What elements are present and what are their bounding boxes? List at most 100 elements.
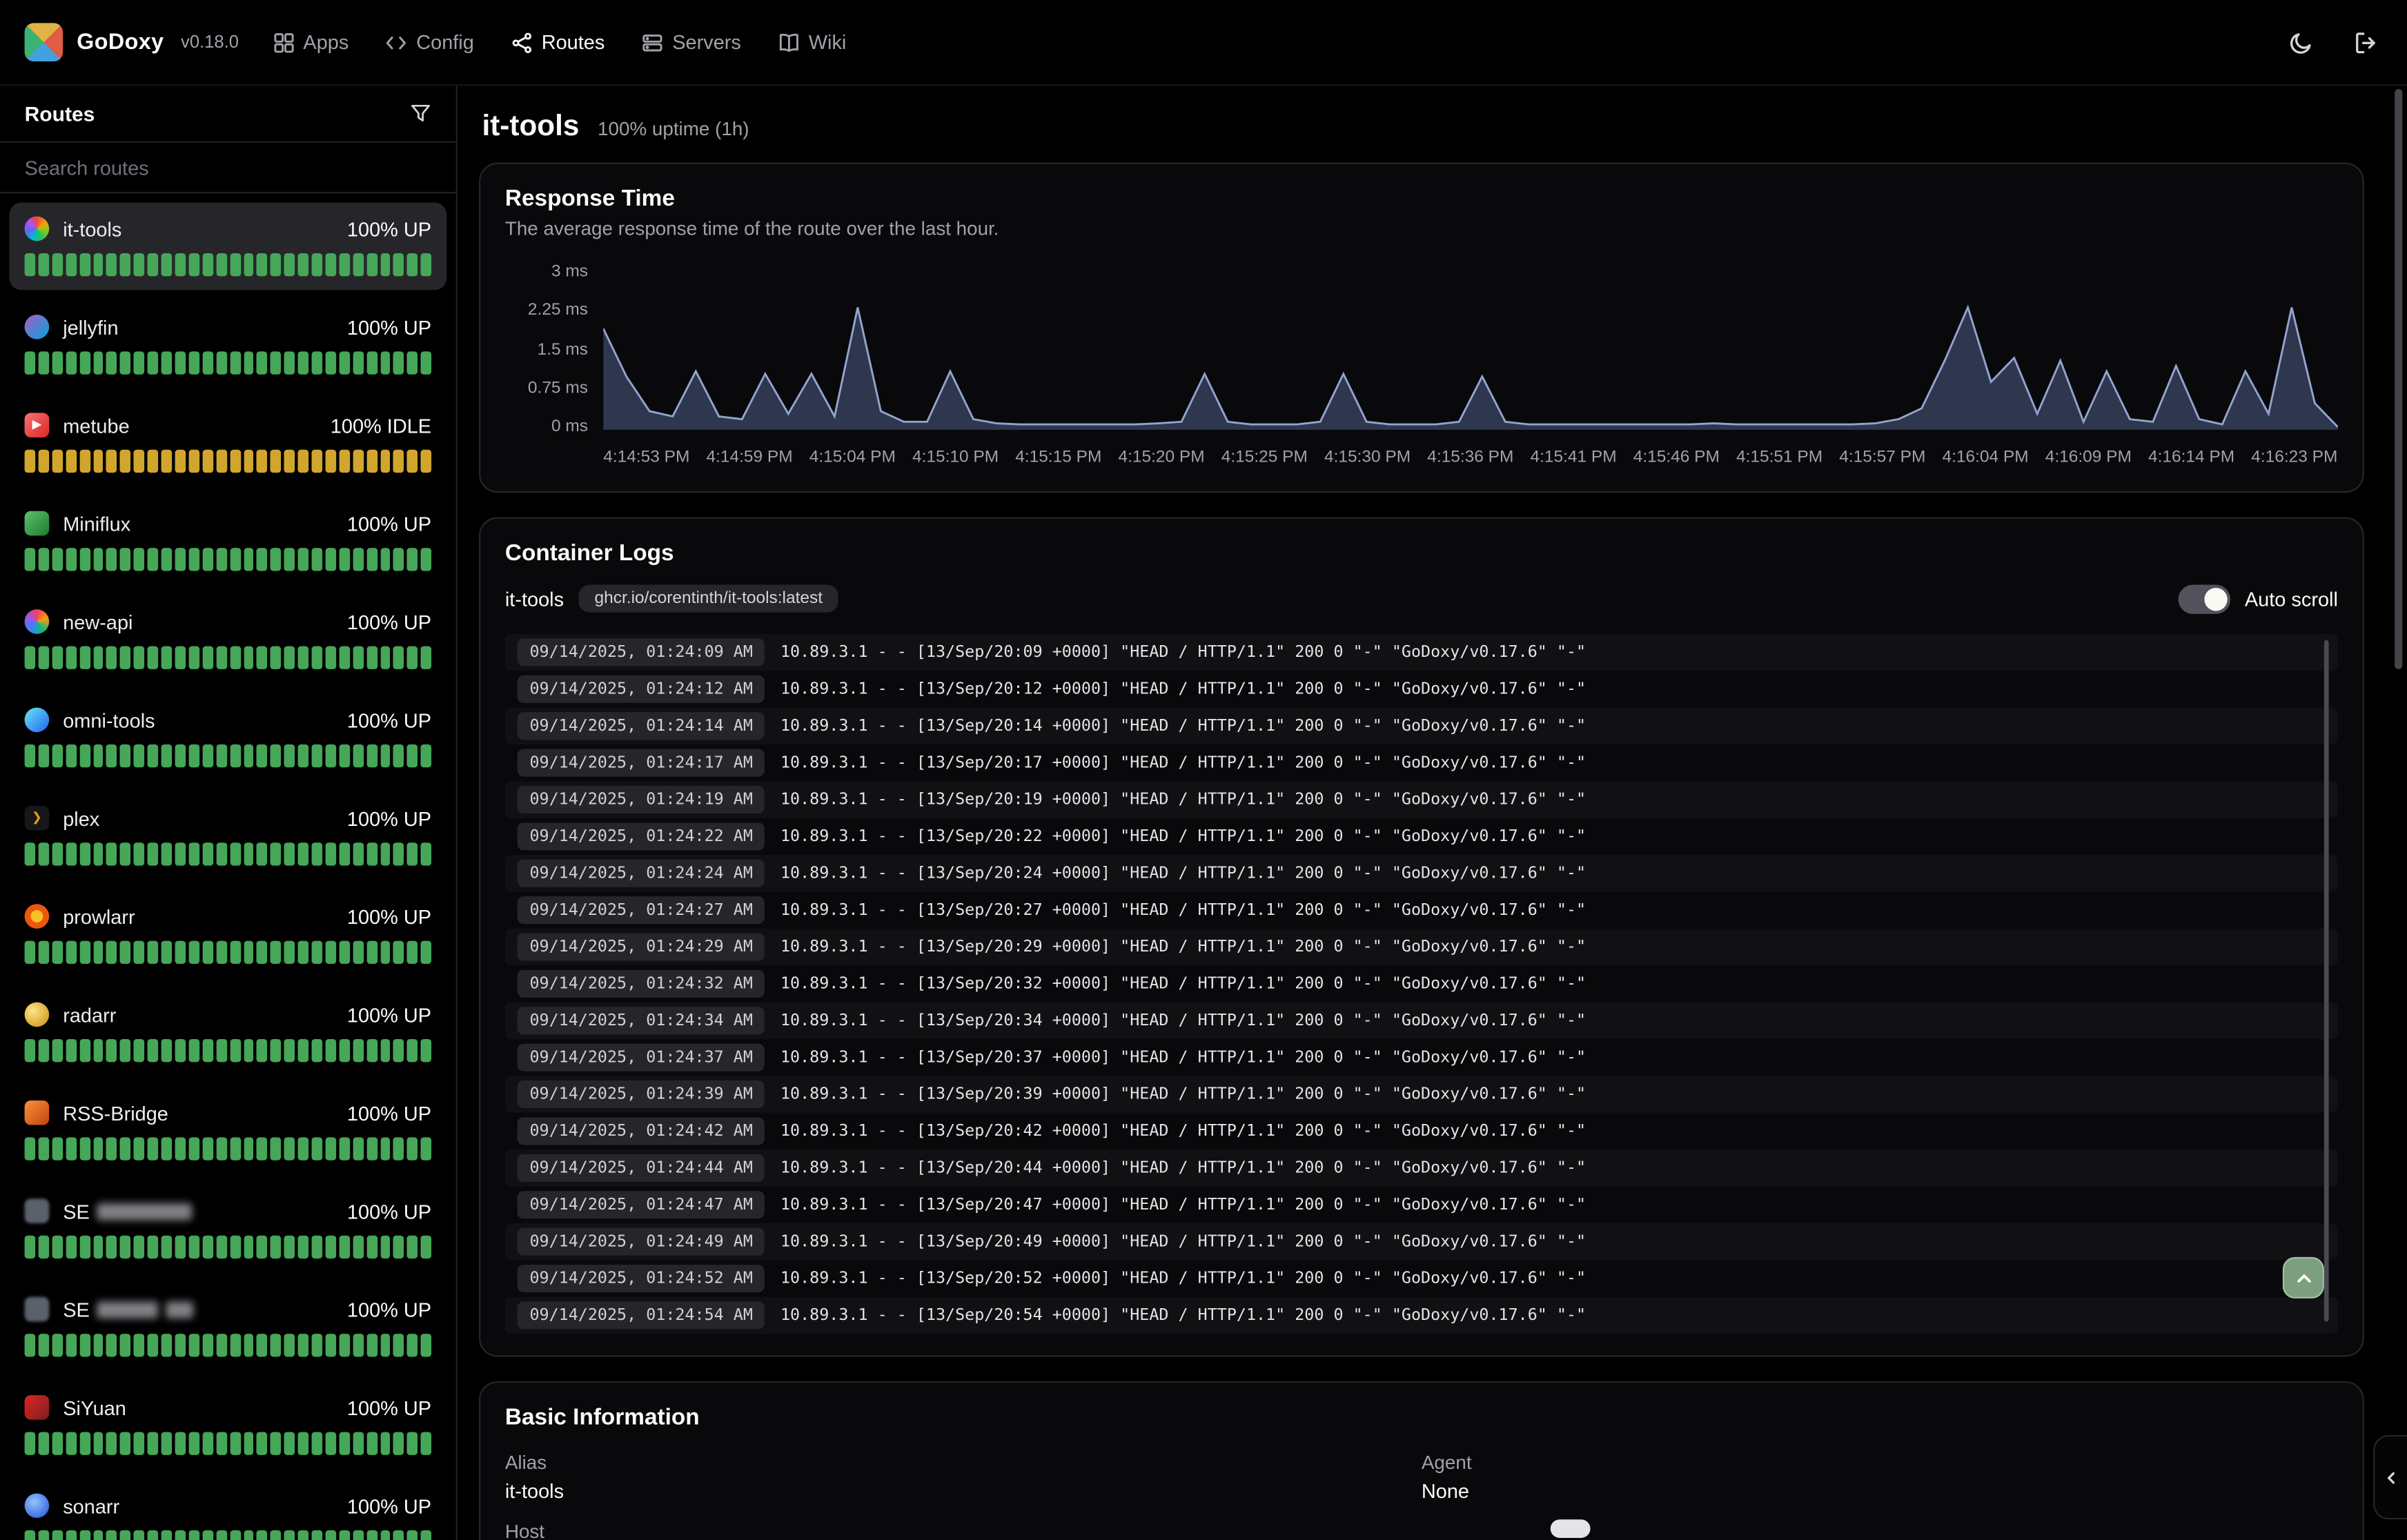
route-item-siyuan[interactable]: SiYuan100% UP [9, 1381, 446, 1469]
route-uptime-bars [25, 351, 431, 374]
scroll-to-top-button[interactable] [2283, 1257, 2324, 1299]
uptime-bar [271, 1039, 281, 1062]
uptime-bar [202, 253, 213, 276]
uptime-bar [271, 1334, 281, 1356]
nav-item-routes[interactable]: Routes [511, 30, 605, 53]
uptime-bar [421, 646, 431, 669]
uptime-bar [257, 646, 267, 669]
uptime-bar [271, 1432, 281, 1454]
search-input[interactable] [25, 156, 431, 179]
uptime-bar [161, 450, 172, 473]
route-item-plex[interactable]: ❯plex100% UP [9, 792, 446, 880]
response-time-card: Response Time The average response time … [479, 163, 2364, 493]
nav-item-servers[interactable]: Servers [642, 30, 741, 53]
log-row: 09/14/2025, 01:24:47 AM10.89.3.1 - - [13… [505, 1187, 2338, 1223]
uptime-bar [161, 1137, 172, 1160]
uptime-bar [298, 450, 308, 473]
container-image-badge[interactable]: ghcr.io/corentinth/it-tools:latest [579, 585, 838, 613]
y-tick-label: 1.5 ms [538, 342, 588, 358]
uptime-bar [353, 1530, 363, 1540]
theme-toggle-button[interactable] [2284, 26, 2318, 59]
uptime-bar [134, 351, 144, 374]
y-tick-label: 2.25 ms [528, 303, 588, 319]
uptime-bar [202, 1137, 213, 1160]
nav-item-apps[interactable]: Apps [273, 30, 348, 53]
uptime-bar [161, 1039, 172, 1062]
uptime-bar [38, 548, 48, 571]
uptime-bar [216, 842, 226, 865]
uptime-bar [175, 842, 186, 865]
uptime-bar [394, 1236, 404, 1258]
log-message: 10.89.3.1 - - [13/Sep/20:24 +0000] "HEAD… [780, 864, 1586, 882]
redacted-text [97, 1203, 193, 1219]
it-tools-icon [25, 217, 50, 241]
nav-item-wiki[interactable]: Wiki [778, 30, 846, 53]
uptime-bar [202, 842, 213, 865]
siyuan-icon [25, 1395, 50, 1420]
basic-information-card: Basic Information Alias it-tools Agent N… [479, 1381, 2364, 1540]
autoscroll-toggle[interactable] [2179, 584, 2231, 613]
filter-icon[interactable] [410, 103, 431, 124]
uptime-bar [216, 351, 226, 374]
uptime-bar [312, 253, 322, 276]
uptime-bar [161, 1432, 172, 1454]
uptime-bar [106, 548, 117, 571]
redacted-route-icon [25, 1297, 50, 1322]
code-icon [386, 32, 407, 53]
nav-label: Routes [542, 30, 605, 53]
route-item-it-tools[interactable]: it-tools100% UP [9, 203, 446, 290]
uptime-bar [216, 1530, 226, 1540]
route-item-radarr[interactable]: radarr100% UP [9, 989, 446, 1076]
log-message: 10.89.3.1 - - [13/Sep/20:42 +0000] "HEAD… [780, 1122, 1586, 1141]
uptime-bar [106, 450, 117, 473]
uptime-bar [325, 646, 335, 669]
uptime-bar [421, 1137, 431, 1160]
route-item-omni-tools[interactable]: omni-tools100% UP [9, 693, 446, 781]
nav-item-config[interactable]: Config [386, 30, 474, 53]
log-row: 09/14/2025, 01:24:39 AM10.89.3.1 - - [13… [505, 1076, 2338, 1112]
route-item-se[interactable]: SE100% UP [9, 1283, 446, 1371]
omni-tools-icon [25, 707, 50, 732]
route-item-prowlarr[interactable]: prowlarr100% UP [9, 890, 446, 978]
brand[interactable]: GoDoxy v0.18.0 [25, 23, 239, 61]
uptime-bar [66, 1236, 76, 1258]
route-item-jellyfin[interactable]: jellyfin100% UP [9, 301, 446, 388]
uptime-bar [161, 646, 172, 669]
logout-button[interactable] [2348, 26, 2382, 59]
uptime-bar [106, 1432, 117, 1454]
route-item-se[interactable]: SE100% UP [9, 1185, 446, 1272]
uptime-bar [38, 1530, 48, 1540]
route-item-miniflux[interactable]: Miniflux100% UP [9, 497, 446, 585]
route-item-metube[interactable]: ▶metube100% IDLE [9, 399, 446, 486]
route-item-rss-bridge[interactable]: RSS-Bridge100% UP [9, 1087, 446, 1174]
uptime-bar [394, 1039, 404, 1062]
uptime-bar [298, 744, 308, 767]
uptime-bar [339, 1236, 349, 1258]
uptime-bar [175, 1334, 186, 1356]
uptime-bar [325, 842, 335, 865]
uptime-bar [93, 1334, 104, 1356]
log-message: 10.89.3.1 - - [13/Sep/20:12 +0000] "HEAD… [780, 680, 1586, 698]
route-name: SiYuan [63, 1396, 126, 1419]
log-message: 10.89.3.1 - - [13/Sep/20:39 +0000] "HEAD… [780, 1085, 1586, 1104]
autoscroll-control: Auto scroll [2179, 584, 2338, 613]
uptime-bar [106, 941, 117, 964]
uptime-bar [134, 744, 144, 767]
uptime-bar [312, 842, 322, 865]
routes-sidebar: Routes it-tools100% UPjellyfin100% UP▶me… [0, 86, 458, 1540]
uptime-bar [366, 1236, 377, 1258]
route-item-new-api[interactable]: new-api100% UP [9, 595, 446, 683]
log-scrollbar[interactable] [2324, 640, 2329, 1322]
drawer-handle[interactable] [2373, 1435, 2407, 1519]
servers-icon [642, 32, 663, 53]
uptime-bar [284, 253, 295, 276]
log-area[interactable]: 09/14/2025, 01:24:09 AM10.89.3.1 - - [13… [505, 634, 2338, 1334]
uptime-bar [257, 253, 267, 276]
route-item-sonarr[interactable]: sonarr100% UP [9, 1479, 446, 1540]
uptime-bar [244, 744, 254, 767]
uptime-bar [66, 548, 76, 571]
uptime-bar [284, 744, 295, 767]
uptime-bar [394, 744, 404, 767]
page-scrollbar[interactable] [2395, 89, 2402, 669]
uptime-bar [25, 253, 35, 276]
